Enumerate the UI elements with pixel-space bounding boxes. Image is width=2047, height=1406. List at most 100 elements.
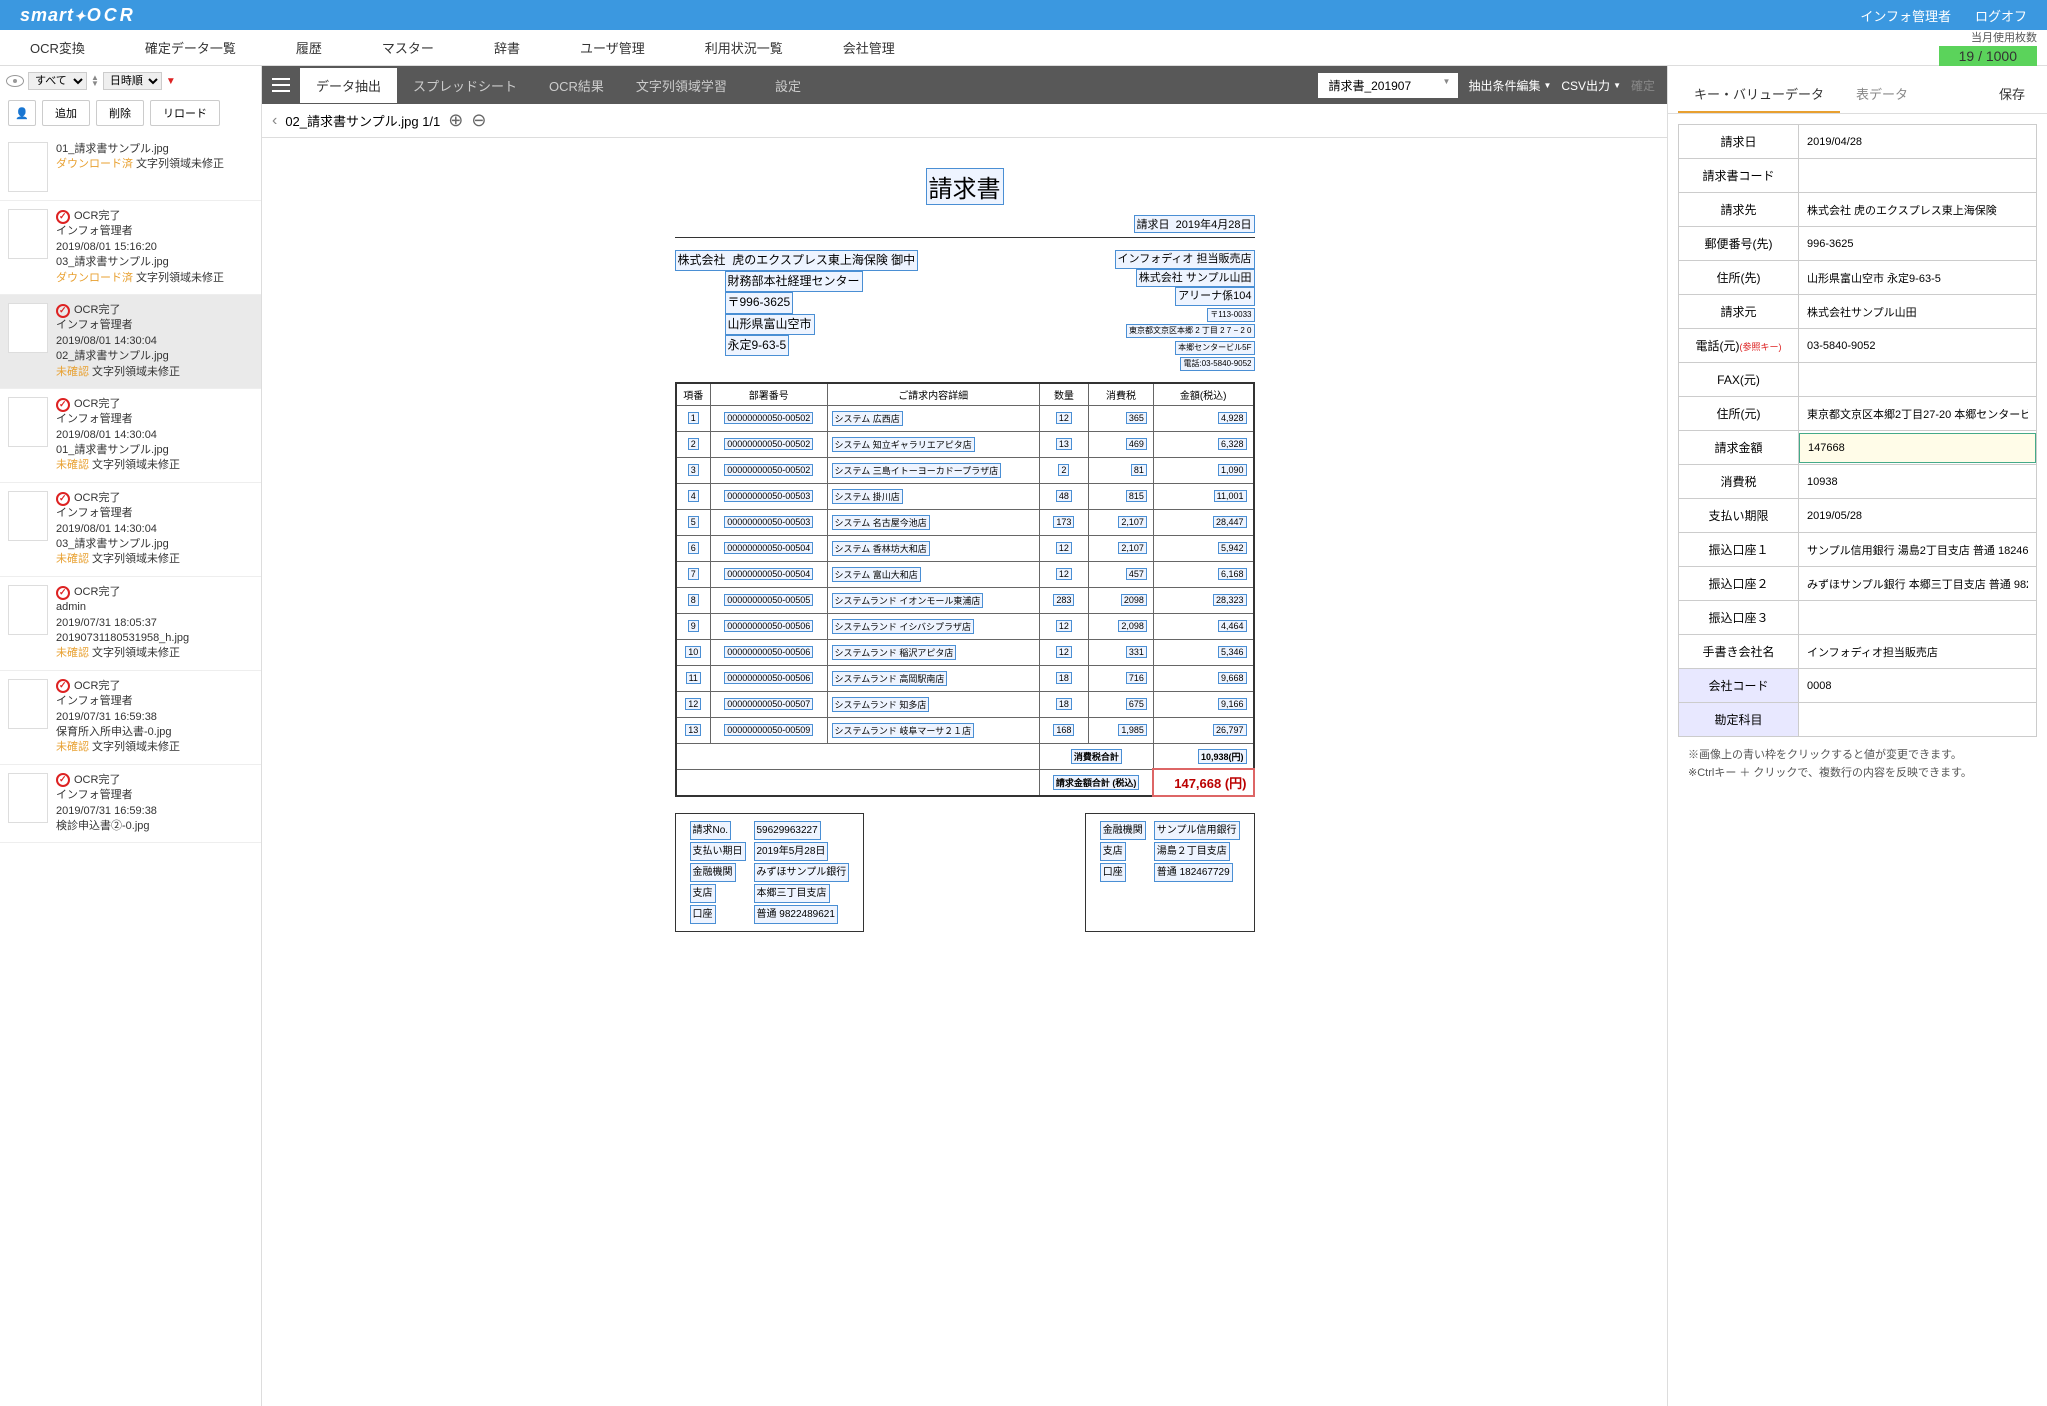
- list-item[interactable]: OCR完了 インフォ管理者 2019/07/31 16:59:38 保育所入所申…: [0, 671, 261, 765]
- extract-cond-link[interactable]: 抽出条件編集▼: [1468, 77, 1551, 94]
- nav-confirmed[interactable]: 確定データ一覧: [115, 30, 266, 66]
- kv-input[interactable]: [1799, 536, 2036, 564]
- kv-input[interactable]: [1799, 433, 2036, 463]
- kv-label: 請求書コード: [1679, 159, 1799, 193]
- item-filename: 03_請求書サンプル.jpg: [56, 537, 253, 552]
- recipient-addr1[interactable]: 山形県富山空市: [725, 314, 815, 335]
- list-item[interactable]: OCR完了 admin 2019/07/31 18:05:37 20190731…: [0, 577, 261, 671]
- sender-name1[interactable]: インフォディオ 担当販売店: [1115, 250, 1255, 269]
- check-icon: [56, 586, 70, 600]
- save-button[interactable]: 保存: [1987, 76, 2037, 113]
- tab-extract[interactable]: データ抽出: [300, 68, 397, 103]
- logoff-link[interactable]: ログオフ: [1975, 6, 2027, 25]
- kv-row: 消費税: [1679, 465, 2037, 499]
- kv-input[interactable]: [1799, 672, 2036, 700]
- kv-input[interactable]: [1799, 570, 2036, 598]
- nav-dict[interactable]: 辞書: [464, 30, 550, 66]
- kv-input[interactable]: [1799, 298, 2036, 326]
- reload-button[interactable]: リロード: [150, 100, 220, 126]
- item-filename: 20190731180531958_h.jpg: [56, 631, 253, 646]
- grand-total-label[interactable]: 請求金額合計 (税込): [1053, 775, 1140, 790]
- kv-input[interactable]: [1799, 604, 2036, 632]
- recipient-addr2[interactable]: 永定9-63-5: [725, 335, 790, 356]
- visibility-icon[interactable]: [6, 75, 24, 87]
- sender-name2[interactable]: 株式会社 サンプル山田: [1136, 269, 1255, 288]
- kv-input[interactable]: [1799, 366, 2036, 394]
- item-status: ダウンロード済 文字列領域未修正: [56, 271, 253, 286]
- tab-region-learn[interactable]: 文字列領域学習: [620, 68, 743, 103]
- item-filename: 検診申込書②-0.jpg: [56, 819, 253, 834]
- user-icon-button[interactable]: 👤: [8, 100, 36, 126]
- sender-addr[interactable]: 東京都文京区本郷 2 丁目 2 7 − 2 0: [1126, 324, 1254, 338]
- nav-ocr[interactable]: OCR変換: [0, 30, 115, 66]
- filter-date-select[interactable]: 日時順: [103, 72, 162, 90]
- tab-kv-data[interactable]: キー・バリューデータ: [1678, 76, 1840, 113]
- list-item[interactable]: OCR完了 インフォ管理者 2019/08/01 14:30:04 02_請求書…: [0, 295, 261, 389]
- kv-row: FAX(元): [1679, 363, 2037, 397]
- kv-input[interactable]: [1799, 400, 2036, 428]
- tab-ocr-result[interactable]: OCR結果: [533, 68, 620, 103]
- zoom-out-icon[interactable]: ⊖: [471, 110, 486, 131]
- list-item[interactable]: OCR完了 インフォ管理者 2019/08/01 14:30:04 01_請求書…: [0, 389, 261, 483]
- kv-input[interactable]: [1799, 502, 2036, 530]
- list-item[interactable]: OCR完了 インフォ管理者 2019/07/31 16:59:38 検診申込書②…: [0, 765, 261, 844]
- nav-usage[interactable]: 利用状況一覧: [675, 30, 813, 66]
- item-filename: 保育所入所申込書-0.jpg: [56, 725, 253, 740]
- doc-date[interactable]: 請求日 2019年4月28日: [1134, 215, 1255, 233]
- tab-table-data[interactable]: 表データ: [1840, 76, 1924, 113]
- recipient-line[interactable]: 株式会社 虎のエクスプレス東上海保険 御中: [675, 250, 919, 271]
- sort-icon[interactable]: ▲▼: [91, 75, 99, 87]
- recipient-zip[interactable]: 〒996-3625: [725, 292, 794, 313]
- kv-input[interactable]: [1799, 128, 2036, 156]
- kv-input[interactable]: [1799, 264, 2036, 292]
- tax-total[interactable]: 10,938(円): [1198, 749, 1247, 764]
- kv-input[interactable]: [1799, 196, 2036, 224]
- tax-total-label[interactable]: 消費税合計: [1071, 749, 1122, 764]
- hamburger-icon[interactable]: [262, 66, 300, 104]
- list-item[interactable]: OCR完了 インフォ管理者 2019/08/01 14:30:04 03_請求書…: [0, 483, 261, 577]
- table-row: 10 00000000050-00506 システムランド 稲沢アピタ店 12 3…: [676, 639, 1254, 665]
- current-user[interactable]: インフォ管理者: [1860, 6, 1951, 25]
- kv-input[interactable]: [1799, 468, 2036, 496]
- nav-company[interactable]: 会社管理: [813, 30, 925, 66]
- doc-title[interactable]: 請求書: [926, 168, 1004, 205]
- kv-input[interactable]: [1799, 230, 2036, 258]
- thumbnail: [8, 303, 48, 353]
- sender-bldg[interactable]: 本郷センタービル5F: [1175, 341, 1254, 355]
- tab-spreadsheet[interactable]: スプレッドシート: [397, 68, 533, 103]
- sender-zip[interactable]: 〒113-0033: [1207, 308, 1254, 322]
- item-status: 未確認 文字列領域未修正: [56, 740, 253, 755]
- tab-settings[interactable]: 設定: [759, 68, 817, 103]
- nav-users[interactable]: ユーザ管理: [550, 30, 675, 66]
- delete-button[interactable]: 削除: [96, 100, 144, 126]
- grand-total[interactable]: 147,668 (円): [1174, 776, 1246, 791]
- prev-page-icon[interactable]: ‹: [272, 112, 277, 130]
- confirm-button[interactable]: 確定: [1631, 77, 1655, 94]
- list-item[interactable]: 01_請求書サンプル.jpg ダウンロード済 文字列領域未修正: [0, 134, 261, 201]
- list-item[interactable]: OCR完了 インフォ管理者 2019/08/01 15:16:20 03_請求書…: [0, 201, 261, 295]
- add-button[interactable]: 追加: [42, 100, 90, 126]
- kv-input[interactable]: [1799, 706, 2036, 734]
- zoom-in-icon[interactable]: ⊕: [448, 110, 463, 131]
- check-icon: [56, 679, 70, 693]
- nav-history[interactable]: 履歴: [266, 30, 352, 66]
- sender-tel[interactable]: 電話:03-5840-9052: [1180, 357, 1254, 371]
- kv-label: 手書き会社名: [1679, 635, 1799, 669]
- table-row: 4 00000000050-00503 システム 掛川店 48 815 11,0…: [676, 483, 1254, 509]
- filter-all-select[interactable]: すべて: [28, 72, 87, 90]
- csv-export-link[interactable]: CSV出力▼: [1561, 77, 1621, 94]
- nav-master[interactable]: マスター: [352, 30, 464, 66]
- document-pane: データ抽出 スプレッドシート OCR結果 文字列領域学習 設定 請求書_2019…: [262, 66, 1667, 1406]
- recipient-dept[interactable]: 財務部本社経理センター: [725, 271, 863, 292]
- item-date: 2019/08/01 14:30:04: [56, 334, 253, 349]
- ocr-complete-badge: OCR完了: [56, 679, 253, 694]
- sender-name3[interactable]: アリーナ係104: [1175, 287, 1254, 306]
- kv-input[interactable]: [1799, 638, 2036, 666]
- template-select[interactable]: 請求書_201907: [1318, 73, 1458, 98]
- col-header: 金額(税込): [1153, 383, 1253, 406]
- kv-input[interactable]: [1799, 332, 2036, 360]
- sort-dir-icon[interactable]: ▼: [166, 76, 176, 87]
- doc-viewport[interactable]: 請求書 請求日 2019年4月28日 株式会社 虎のエクスプレス東上海保険 御中…: [262, 138, 1667, 1406]
- table-row: 11 00000000050-00506 システムランド 高岡駅南店 18 71…: [676, 665, 1254, 691]
- kv-input[interactable]: [1799, 162, 2036, 190]
